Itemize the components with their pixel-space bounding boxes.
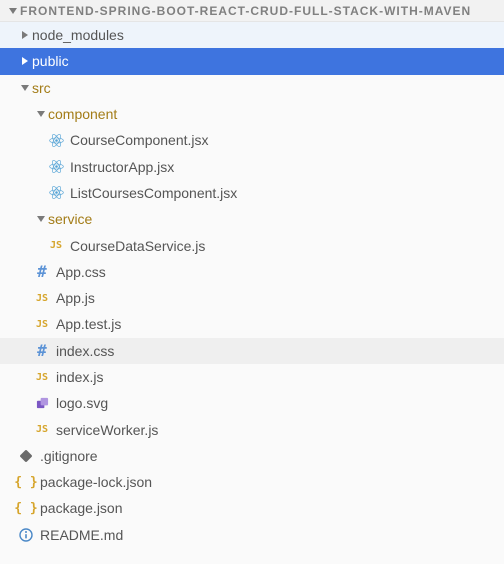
file-label: ListCoursesComponent.jsx bbox=[70, 185, 237, 201]
file-label: .gitignore bbox=[40, 448, 98, 464]
folder-service[interactable]: service bbox=[0, 206, 504, 232]
file-label: README.md bbox=[40, 527, 123, 543]
chevron-down-icon[interactable] bbox=[34, 110, 48, 118]
css-icon: # bbox=[34, 343, 50, 359]
chevron-down-icon[interactable] bbox=[6, 7, 20, 15]
project-root[interactable]: FRONTEND-SPRING-BOOT-REACT-CRUD-FULL-STA… bbox=[0, 0, 504, 22]
react-icon bbox=[48, 185, 64, 201]
file-label: App.test.js bbox=[56, 316, 121, 332]
chevron-down-icon[interactable] bbox=[18, 84, 32, 92]
file-label: CourseDataService.js bbox=[70, 238, 205, 254]
file-label: index.js bbox=[56, 369, 103, 385]
file-label: logo.svg bbox=[56, 395, 108, 411]
file-label: App.css bbox=[56, 264, 106, 280]
folder-label: service bbox=[48, 211, 92, 227]
react-icon bbox=[48, 132, 64, 148]
file-index-css[interactable]: # index.css bbox=[0, 338, 504, 364]
json-icon: { } bbox=[18, 500, 34, 516]
file-label: package-lock.json bbox=[40, 474, 152, 490]
folder-label: component bbox=[48, 106, 117, 122]
js-icon: JS bbox=[34, 316, 50, 332]
folder-label: node_modules bbox=[32, 27, 124, 43]
folder-node-modules[interactable]: node_modules bbox=[0, 22, 504, 48]
chevron-down-icon[interactable] bbox=[34, 215, 48, 223]
file-package-lock[interactable]: { } package-lock.json bbox=[0, 469, 504, 495]
file-label: InstructorApp.jsx bbox=[70, 159, 174, 175]
git-icon bbox=[18, 448, 34, 464]
js-icon: JS bbox=[34, 290, 50, 306]
file-gitignore[interactable]: .gitignore bbox=[0, 443, 504, 469]
file-label: serviceWorker.js bbox=[56, 422, 158, 438]
chevron-right-icon[interactable] bbox=[18, 31, 32, 39]
file-label: package.json bbox=[40, 500, 123, 516]
file-readme[interactable]: README.md bbox=[0, 522, 504, 548]
file-course-data-service[interactable]: JS CourseDataService.js bbox=[0, 232, 504, 258]
json-icon: { } bbox=[18, 474, 34, 490]
css-icon: # bbox=[34, 264, 50, 280]
file-app-css[interactable]: # App.css bbox=[0, 259, 504, 285]
file-logo-svg[interactable]: logo.svg bbox=[0, 390, 504, 416]
folder-src[interactable]: src bbox=[0, 75, 504, 101]
file-label: CourseComponent.jsx bbox=[70, 132, 209, 148]
file-course-component[interactable]: CourseComponent.jsx bbox=[0, 127, 504, 153]
folder-public[interactable]: public bbox=[0, 48, 504, 74]
project-name-label: FRONTEND-SPRING-BOOT-REACT-CRUD-FULL-STA… bbox=[20, 4, 471, 18]
file-service-worker[interactable]: JS serviceWorker.js bbox=[0, 416, 504, 442]
file-list-courses[interactable]: ListCoursesComponent.jsx bbox=[0, 180, 504, 206]
file-instructor-app[interactable]: InstructorApp.jsx bbox=[0, 153, 504, 179]
file-app-test[interactable]: JS App.test.js bbox=[0, 311, 504, 337]
file-package-json[interactable]: { } package.json bbox=[0, 495, 504, 521]
folder-component[interactable]: component bbox=[0, 101, 504, 127]
folder-label: src bbox=[32, 80, 51, 96]
file-index-js[interactable]: JS index.js bbox=[0, 364, 504, 390]
image-icon bbox=[34, 395, 50, 411]
chevron-right-icon[interactable] bbox=[18, 57, 32, 65]
info-icon bbox=[18, 527, 34, 543]
react-icon bbox=[48, 159, 64, 175]
js-icon: JS bbox=[34, 369, 50, 385]
folder-label: public bbox=[32, 53, 69, 69]
file-app-js[interactable]: JS App.js bbox=[0, 285, 504, 311]
file-label: App.js bbox=[56, 290, 95, 306]
file-label: index.css bbox=[56, 343, 114, 359]
js-icon: JS bbox=[48, 238, 64, 254]
js-icon: JS bbox=[34, 422, 50, 438]
